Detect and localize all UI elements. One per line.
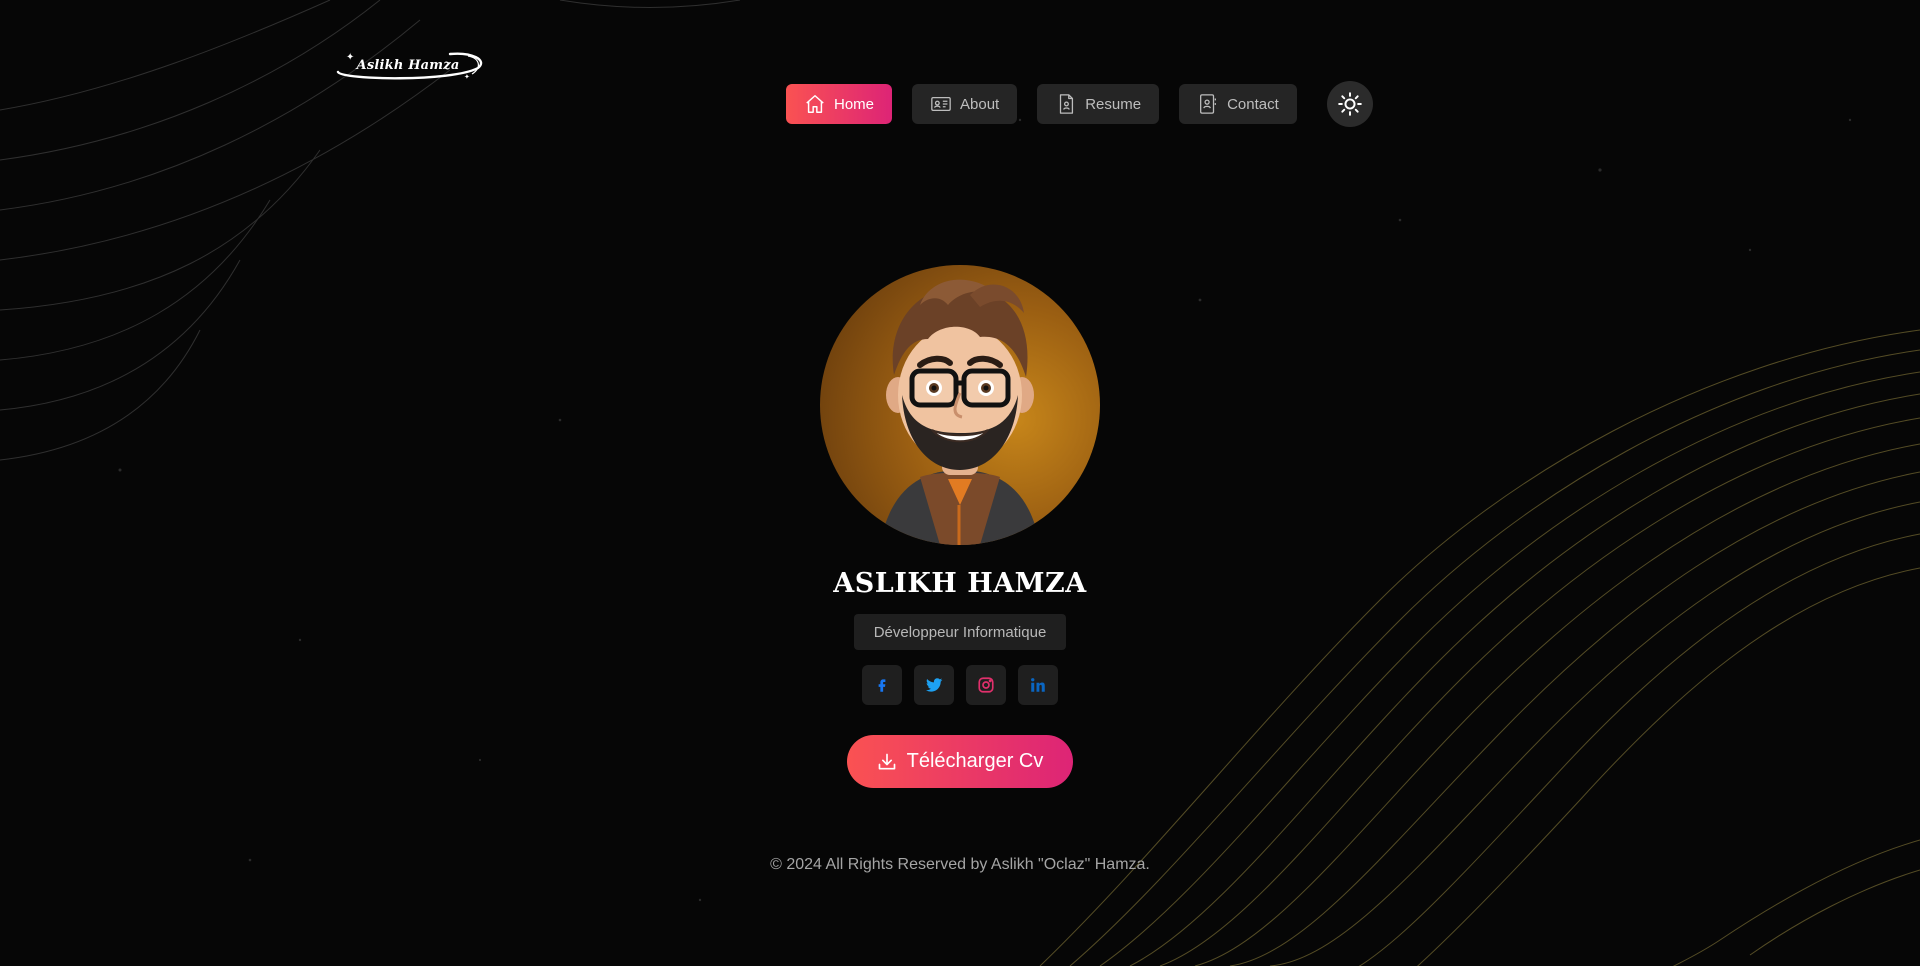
nav-item-label: About [960,95,1000,113]
contact-card-icon [1200,94,1217,114]
svg-text:✦: ✦ [464,73,470,81]
avatar [820,265,1100,545]
social-links [0,665,1920,705]
nav-item-about[interactable]: About [912,84,1018,124]
footer-copyright: © 2024 All Rights Reserved by Aslikh "Oc… [770,856,1150,873]
profile-role-badge: Développeur Informatique [853,614,1067,650]
document-icon [1060,94,1074,114]
facebook-icon [878,679,886,692]
linkedin-icon [1031,678,1045,692]
twitter-icon [925,678,943,692]
download-cv-label: Télécharger Cv [906,750,1044,772]
download-cv-button[interactable]: Télécharger Cv [847,735,1073,788]
page: ✦ ✦ Aslikh Hamza Home About Resume Conta… [0,0,1920,966]
facebook-link[interactable] [862,665,902,705]
nav-item-contact[interactable]: Contact [1179,84,1297,124]
nav-item-label: Contact [1227,95,1279,113]
instagram-link[interactable] [966,665,1006,705]
linkedin-link[interactable] [1018,665,1058,705]
instagram-icon [978,677,994,693]
avatar-illustration [880,279,1040,545]
nav-item-resume[interactable]: Resume [1037,84,1160,124]
nav-item-label: Resume [1085,95,1142,113]
main-nav: Home About Resume Contact [786,84,1297,124]
id-card-icon [931,96,951,112]
profile-name: ASLIKH HAMZA [833,568,1087,599]
sun-icon [1338,92,1362,116]
site-logo[interactable]: ✦ ✦ Aslikh Hamza [332,48,484,82]
nav-item-label: Home [834,95,875,113]
twitter-link[interactable] [914,665,954,705]
download-icon [878,753,895,769]
nav-item-home[interactable]: Home [786,84,893,124]
home-icon [806,95,824,113]
svg-text:✦: ✦ [346,52,354,63]
logo-text: Aslikh Hamza [356,57,460,73]
theme-toggle-button[interactable] [1327,81,1373,127]
